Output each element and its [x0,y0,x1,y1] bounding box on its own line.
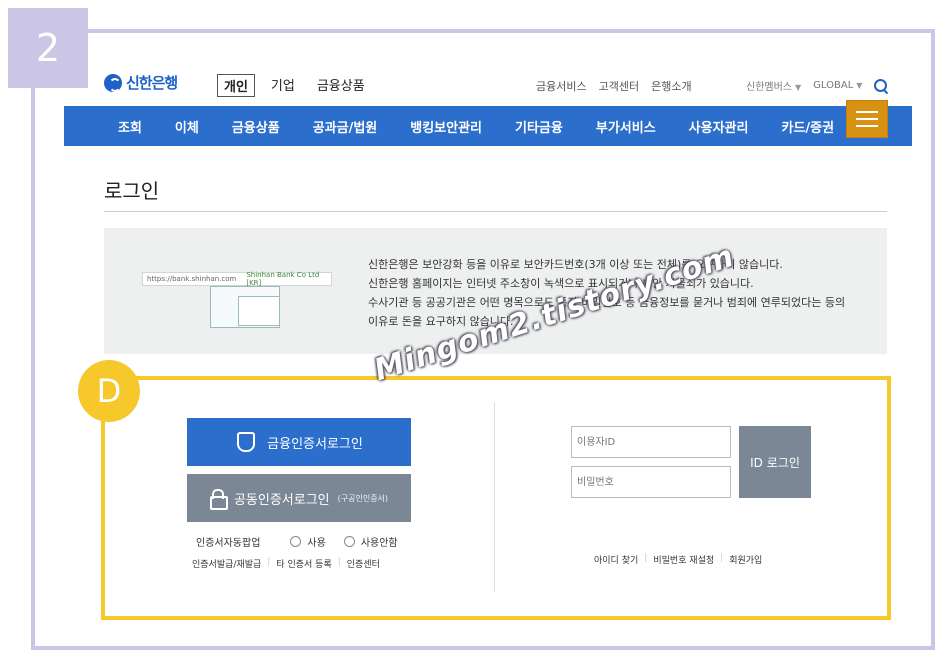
nav-products[interactable]: 금융상품 [232,117,280,136]
nav-inquiry[interactable]: 조회 [118,117,142,136]
nav-extra-services[interactable]: 부가서비스 [596,117,656,136]
family-label: 신한멤버스 [746,82,792,93]
notice-line: 신한은행은 보안강화 등을 이유로 보안카드번호(3개 이상 또는 전체)를 요… [368,258,783,271]
auto-popup-row: 인증서자동팝업 사용 사용안함 [196,534,398,549]
public-cert-login-button[interactable]: 공동인증서로그인 (구공인인증서) [187,474,411,522]
account-links: 아이디 찾기 | 비밀번호 재설정 | 회원가입 [594,553,762,566]
user-id-input[interactable] [571,426,731,458]
tab-personal[interactable]: 개인 [217,74,255,97]
radio-no-use[interactable] [343,536,355,547]
radio-use[interactable] [290,536,302,547]
nav-card-securities[interactable]: 카드/증권 [781,117,834,136]
monitor-illustration-small [238,296,280,326]
nav-user-management[interactable]: 사용자관리 [689,117,749,136]
global-dropdown[interactable]: GLOBAL ▼ [813,80,862,91]
section-badge: D [78,360,140,422]
financial-cert-login-button[interactable]: 금융인증서로그인 [187,418,411,466]
nav-utility-court[interactable]: 공과금/법원 [313,117,378,136]
radio-use-label: 사용 [307,538,326,549]
illustration-cert: Shinhan Bank Co Ltd [KR] [246,271,320,287]
password-input[interactable] [571,466,731,498]
tab-products[interactable]: 금융상품 [311,74,371,97]
link-find-id[interactable]: 아이디 찾기 [594,553,638,566]
shield-icon [235,432,256,452]
public-cert-note: (구공인인증서) [337,493,389,503]
title-divider [104,211,887,212]
link-other-cert-register[interactable]: 타 인증서 등록 [276,557,331,570]
top-tabs: 개인 기업 금융상품 [217,74,371,97]
public-cert-label: 공동인증서로그인 [233,492,330,508]
browser-illustration: https://bank.shinhan.com Shinhan Bank Co… [142,264,332,328]
hamburger-menu-icon[interactable] [846,100,888,138]
id-login-button[interactable]: ID 로그인 [739,426,811,498]
link-signup[interactable]: 회원가입 [729,553,762,566]
page-title: 로그인 [104,179,160,203]
nav-other-finance[interactable]: 기타금융 [515,117,563,136]
logo-icon [104,73,122,92]
link-financial-service[interactable]: 금융서비스 [536,78,587,94]
global-label: GLOBAL [813,80,854,91]
main-nav: 조회 이체 금융상품 공과금/법원 뱅킹보안관리 기타금융 부가서비스 사용자관… [64,106,912,146]
lock-icon [209,489,228,510]
chevron-down-icon: ▼ [856,81,863,90]
tab-corporate[interactable]: 기업 [265,74,301,97]
link-cert-issue[interactable]: 인증서발급/재발급 [192,557,261,570]
logo-text: 신한은행 [126,74,178,92]
bank-logo[interactable]: 신한은행 [104,72,178,93]
separator: | [337,557,341,567]
utility-links: 금융서비스 고객센터 은행소개 [536,78,692,94]
financial-cert-label: 금융인증서로그인 [267,436,363,452]
search-icon[interactable] [874,78,888,93]
url-bar-illustration: https://bank.shinhan.com Shinhan Bank Co… [142,271,332,287]
link-reset-password[interactable]: 비밀번호 재설정 [653,553,714,566]
radio-no-use-label: 사용안함 [360,538,398,549]
link-cert-center[interactable]: 인증센터 [347,557,380,570]
global-links: 신한멤버스 ▼ GLOBAL ▼ [746,78,888,93]
link-bank-intro[interactable]: 은행소개 [651,78,691,94]
family-site-dropdown[interactable]: 신한멤버스 ▼ [746,78,801,93]
auto-popup-label: 인증서자동팝업 [196,538,261,549]
separator: | [267,557,271,567]
cert-links: 인증서발급/재발급 | 타 인증서 등록 | 인증센터 [192,557,380,570]
step-badge: 2 [8,8,88,88]
nav-transfer[interactable]: 이체 [175,117,199,136]
nav-security[interactable]: 뱅킹보안관리 [410,117,482,136]
login-divider [494,402,495,592]
separator: | [644,553,648,563]
chevron-down-icon: ▼ [795,83,802,92]
separator: | [720,553,724,563]
link-customer-center[interactable]: 고객센터 [599,78,639,94]
illustration-url: https://bank.shinhan.com [147,275,237,283]
